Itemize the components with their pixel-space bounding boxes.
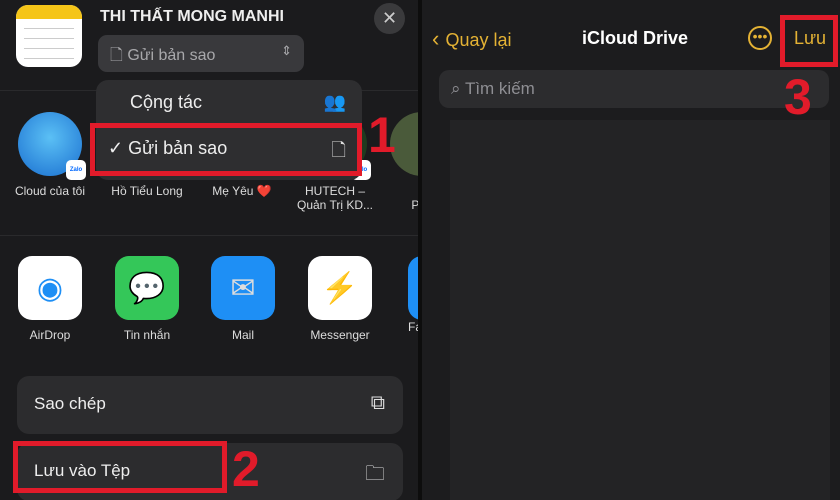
app-partial[interactable]: Fa — [388, 256, 418, 334]
action-label: Sao chép — [34, 394, 106, 413]
step-number-1: 1 — [368, 107, 396, 163]
notes-app-icon — [16, 5, 82, 67]
contact-name: Cloud của tôi — [14, 184, 86, 198]
page-title: iCloud Drive — [582, 28, 689, 48]
contact-name: HUTECH – — [304, 184, 365, 198]
close-button[interactable]: ✕ — [374, 3, 405, 34]
search-icon: ⌕ — [451, 79, 465, 98]
highlight-box-3 — [780, 15, 838, 67]
app-label: Messenger — [310, 328, 370, 342]
app-messenger[interactable]: ⚡ Messenger — [295, 256, 385, 342]
cloud-avatar: Zalo — [18, 112, 86, 180]
chevron-left-icon: ‹ — [432, 26, 446, 51]
mail-icon: ✉ — [211, 256, 275, 320]
app-icon — [408, 256, 418, 320]
contact-name-line2: Quản Trị KD... — [296, 198, 374, 212]
airdrop-icon: ◉ — [18, 256, 82, 320]
copy-icon: ⧉ — [370, 392, 385, 414]
step-number-2: 2 — [232, 441, 260, 497]
app-label: Fa — [408, 320, 418, 334]
search-placeholder: Tìm kiếm — [464, 79, 535, 98]
contact-name: B — [372, 184, 419, 198]
app-messages[interactable]: 💬 Tin nhắn — [102, 256, 192, 342]
contact-name: Hồ Tiểu Long — [111, 184, 183, 198]
step-number-3: 3 — [784, 69, 812, 125]
back-button[interactable]: ‹ Quay lại — [432, 26, 512, 52]
highlight-box-1 — [90, 123, 362, 176]
app-mail[interactable]: ✉ Mail — [198, 256, 288, 342]
back-label: Quay lại — [445, 30, 512, 50]
document-icon: 🗋 — [110, 47, 128, 64]
highlight-box-2 — [13, 441, 227, 493]
messages-icon: 💬 — [115, 256, 179, 320]
contact-cloud[interactable]: Zalo Cloud của tôi — [0, 112, 100, 198]
contact-name-line2: Phu — [411, 198, 418, 212]
file-list — [450, 120, 830, 500]
chevron-updown-icon: ⇕ — [281, 43, 292, 58]
note-title: THI THẤT MONG MANHI — [100, 8, 284, 25]
search-input[interactable]: ⌕ Tìm kiếm — [439, 70, 829, 108]
app-label: AirDrop — [29, 328, 71, 342]
contact-name: Mẹ Yêu ❤️ — [212, 184, 272, 198]
folder-icon: 🗀 — [365, 463, 385, 485]
share-mode-select[interactable]: 🗋 Gửi bản sao ⇕ — [98, 35, 304, 72]
app-label: Tin nhắn — [123, 328, 171, 342]
zalo-badge: Zalo — [66, 160, 86, 180]
share-sheet: THI THẤT MONG MANHI 🗋 Gửi bản sao ⇕ ✕ Zal… — [0, 0, 418, 500]
app-airdrop[interactable]: ◉ AirDrop — [5, 256, 95, 342]
divider — [0, 235, 418, 236]
menu-item-collaborate[interactable]: Cộng tác 👥 — [96, 80, 362, 128]
menu-label: Cộng tác — [130, 92, 203, 112]
app-label: Mail — [231, 328, 254, 342]
people-icon: 👥 — [323, 92, 346, 112]
copy-action[interactable]: Sao chép ⧉ — [17, 376, 403, 434]
messenger-icon: ⚡ — [308, 256, 372, 320]
more-options-icon[interactable]: ••• — [748, 26, 772, 50]
files-browser: ‹ Quay lại iCloud Drive ••• Lưu ⌕ Tìm ki… — [422, 0, 840, 500]
